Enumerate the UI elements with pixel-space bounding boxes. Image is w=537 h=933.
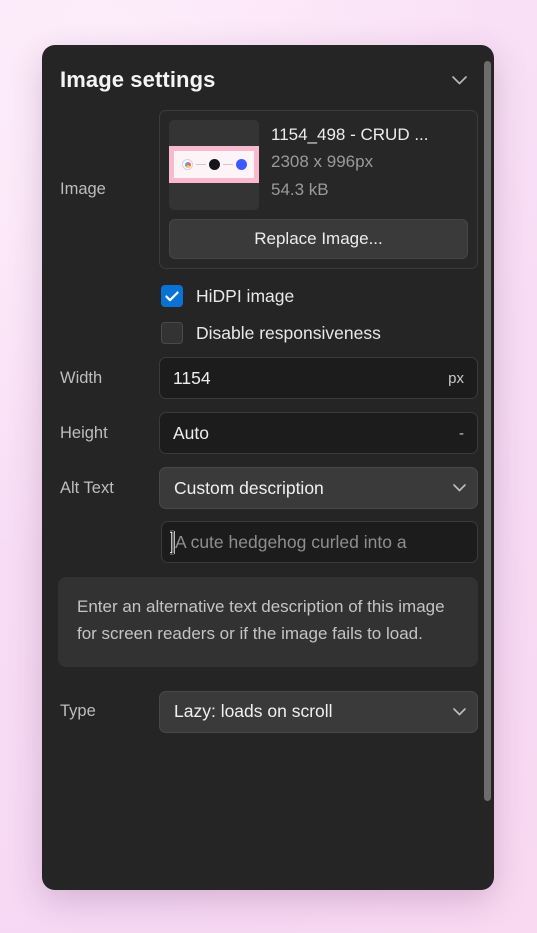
image-thumbnail[interactable] xyxy=(169,120,259,210)
width-label: Width xyxy=(60,368,103,387)
chevron-down-icon xyxy=(453,484,466,492)
scrollbar-thumb[interactable] xyxy=(484,61,491,801)
height-input[interactable]: Auto - xyxy=(159,412,478,454)
height-label: Height xyxy=(60,423,108,442)
thumbnail-node-icon xyxy=(235,159,247,170)
image-card: 1154_498 - CRUD ... 2308 x 996px 54.3 kB… xyxy=(159,110,478,269)
alt-text-input[interactable]: A cute hedgehog curled into a xyxy=(161,521,478,563)
width-value: 1154 xyxy=(173,367,211,388)
alt-text-placeholder: A cute hedgehog curled into a xyxy=(175,531,407,552)
alt-text-row: Alt Text Custom description xyxy=(58,467,478,509)
replace-image-button[interactable]: Replace Image... xyxy=(169,219,468,259)
hidpi-image-checkbox-row[interactable]: HiDPI image xyxy=(58,285,478,307)
thumbnail-node-icon xyxy=(181,159,193,170)
type-label: Type xyxy=(60,702,96,721)
alt-text-mode-select[interactable]: Custom description xyxy=(159,467,478,509)
checkbox-checked-icon[interactable] xyxy=(161,285,183,307)
height-row: Height Auto - xyxy=(58,412,478,454)
image-row: Image 1154_498 - CRUD ... 2308 x 996px 5… xyxy=(58,110,478,269)
image-filesize: 54.3 kB xyxy=(271,179,329,199)
thumbnail-artwork xyxy=(169,146,259,183)
type-row: Type Lazy: loads on scroll xyxy=(58,690,478,733)
chevron-down-icon[interactable] xyxy=(446,67,472,93)
width-row: Width 1154 px xyxy=(58,357,478,399)
disable-responsiveness-label: Disable responsiveness xyxy=(196,322,381,343)
loading-type-select[interactable]: Lazy: loads on scroll xyxy=(159,690,478,733)
panel-scrollbar[interactable] xyxy=(480,45,494,890)
loading-type-value: Lazy: loads on scroll xyxy=(174,701,333,722)
image-settings-panel: Image settings Image 1154_498 - CRUD ...… xyxy=(42,45,494,890)
alt-text-help-text: Enter an alternative text description of… xyxy=(77,597,445,643)
alt-text-input-row: A cute hedgehog curled into a xyxy=(58,521,478,563)
thumbnail-connector xyxy=(222,164,233,165)
checkbox-unchecked-icon[interactable] xyxy=(161,322,183,344)
chevron-down-icon xyxy=(453,707,466,716)
image-dimensions: 2308 x 996px xyxy=(271,152,374,172)
width-input[interactable]: 1154 px xyxy=(159,357,478,399)
alt-text-mode-value: Custom description xyxy=(174,477,324,498)
page-title: Image settings xyxy=(60,67,216,92)
hidpi-image-label: HiDPI image xyxy=(196,285,295,306)
image-row-label: Image xyxy=(60,180,106,198)
panel-header: Image settings xyxy=(58,45,478,97)
width-unit: px xyxy=(448,369,464,387)
thumbnail-connector xyxy=(195,164,206,165)
thumbnail-node-icon xyxy=(208,159,220,170)
alt-text-help-box: Enter an alternative text description of… xyxy=(58,577,478,667)
height-value: Auto xyxy=(173,422,209,443)
image-filename: 1154_498 - CRUD ... xyxy=(271,125,429,144)
disable-responsiveness-checkbox-row[interactable]: Disable responsiveness xyxy=(58,322,478,344)
height-unit: - xyxy=(459,424,464,442)
alt-text-label: Alt Text xyxy=(60,478,114,497)
